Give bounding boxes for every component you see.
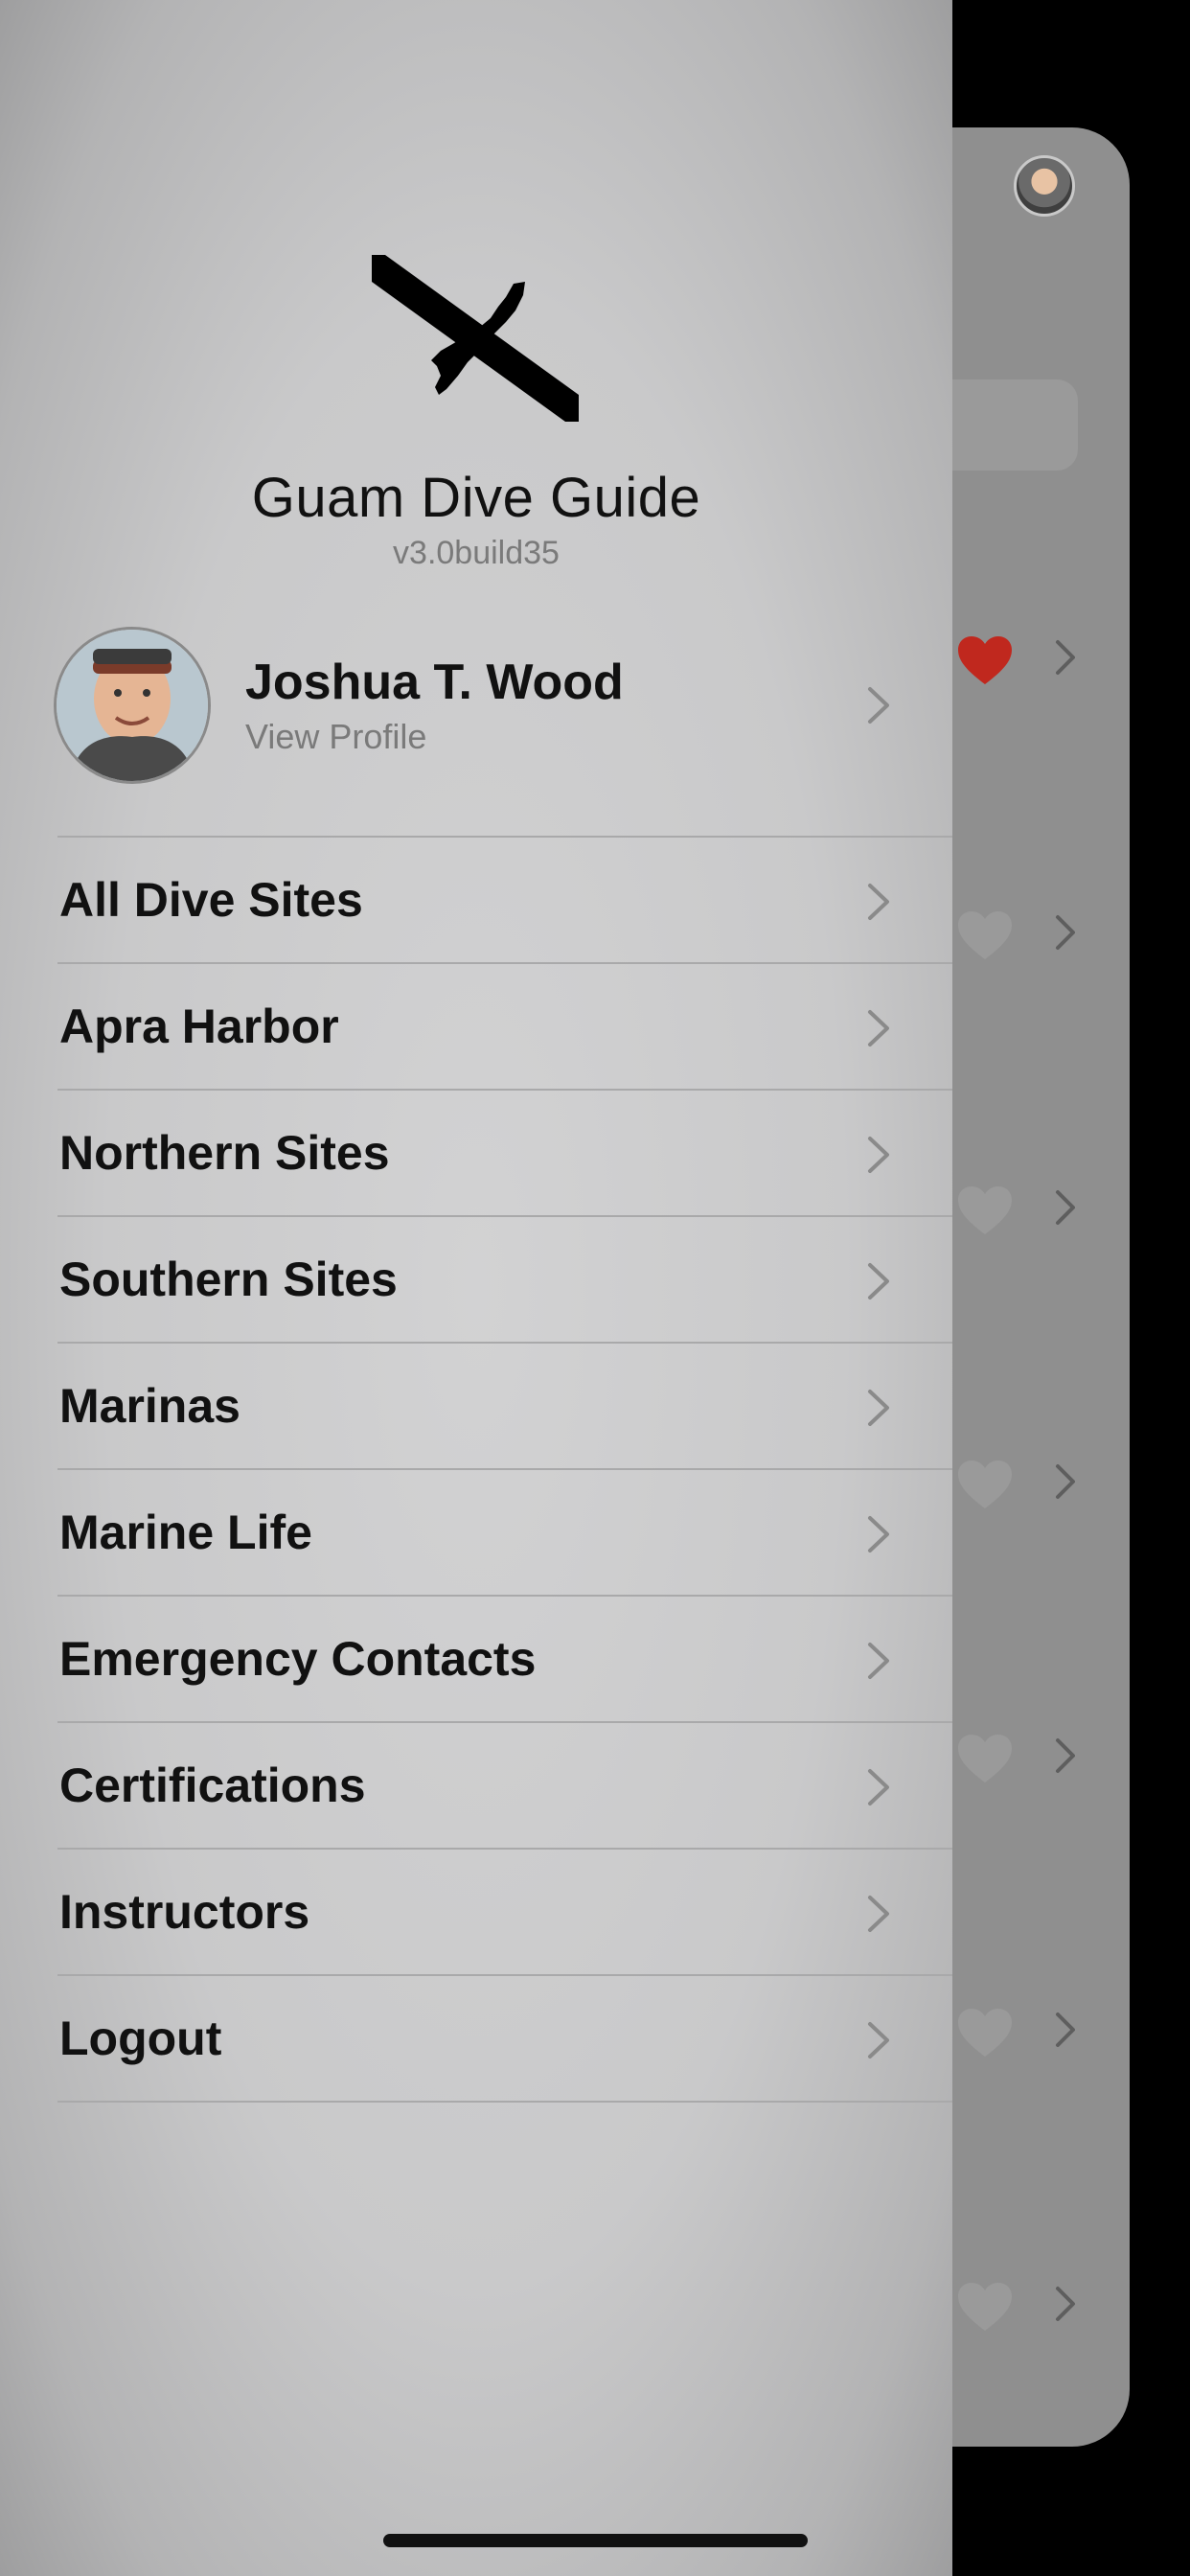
- chevron-right-icon: [868, 1769, 889, 1806]
- heart-icon[interactable]: [958, 1735, 1012, 1784]
- background-list-row[interactable]: [949, 2277, 1111, 2334]
- chevron-right-icon: [1056, 640, 1075, 675]
- menu-item-instructors[interactable]: Instructors: [0, 1850, 952, 1976]
- menu-item-label: Marine Life: [59, 1506, 312, 1559]
- background-profile-avatar[interactable]: [1014, 155, 1075, 217]
- menu-item-label: All Dive Sites: [59, 873, 363, 927]
- heart-icon[interactable]: [958, 2283, 1012, 2333]
- menu-item-label: Marinas: [59, 1379, 240, 1433]
- heart-icon[interactable]: [958, 636, 1012, 686]
- chevron-right-icon: [1056, 1738, 1075, 1773]
- app-version: v3.0build35: [393, 535, 560, 571]
- profile-row[interactable]: Joshua T. Wood View Profile: [0, 613, 952, 834]
- chevron-right-icon: [868, 1263, 889, 1300]
- chevron-right-icon: [1056, 1190, 1075, 1225]
- chevron-right-icon: [1056, 2287, 1075, 2321]
- user-photo-icon: [57, 630, 208, 781]
- menu-item-all-dive-sites[interactable]: All Dive Sites: [0, 838, 952, 964]
- chevron-right-icon: [868, 1643, 889, 1679]
- avatar: [54, 627, 211, 784]
- background-list-row[interactable]: [949, 1455, 1111, 1512]
- background-list-row[interactable]: [949, 1181, 1111, 1238]
- chevron-right-icon: [868, 1010, 889, 1046]
- menu-item-label: Logout: [59, 2012, 222, 2065]
- menu-item-label: Instructors: [59, 1885, 310, 1939]
- menu-item-label: Northern Sites: [59, 1126, 390, 1180]
- view-profile-link[interactable]: View Profile: [245, 717, 426, 757]
- side-drawer: Guam Dive Guide v3.0build35 Joshua T. Wo…: [0, 0, 952, 2576]
- chevron-right-icon: [868, 1390, 889, 1426]
- background-list-row[interactable]: [949, 631, 1111, 688]
- chevron-right-icon: [868, 1137, 889, 1173]
- menu-item-apra-harbor[interactable]: Apra Harbor: [0, 964, 952, 1091]
- chevron-right-icon: [868, 2022, 889, 2058]
- chevron-right-icon: [1056, 1464, 1075, 1499]
- background-list-row[interactable]: [949, 906, 1111, 963]
- background-list-row[interactable]: [949, 2003, 1111, 2060]
- menu-item-label: Southern Sites: [59, 1253, 398, 1306]
- background-list-row[interactable]: [949, 1729, 1111, 1786]
- divider: [57, 2101, 952, 2103]
- heart-icon[interactable]: [958, 1460, 1012, 1510]
- menu-item-northern-sites[interactable]: Northern Sites: [0, 1091, 952, 1217]
- menu-item-marine-life[interactable]: Marine Life: [0, 1470, 952, 1597]
- menu-item-certifications[interactable]: Certifications: [0, 1723, 952, 1850]
- chevron-right-icon: [868, 1516, 889, 1552]
- guam-logo-icon: [372, 255, 579, 422]
- menu-item-emergency-contacts[interactable]: Emergency Contacts: [0, 1597, 952, 1723]
- heart-icon[interactable]: [958, 911, 1012, 961]
- chevron-right-icon: [1056, 915, 1075, 950]
- menu-item-label: Emergency Contacts: [59, 1632, 537, 1686]
- app-title: Guam Dive Guide: [251, 467, 701, 529]
- chevron-right-icon: [868, 687, 889, 724]
- menu-item-label: Certifications: [59, 1759, 366, 1812]
- menu-item-southern-sites[interactable]: Southern Sites: [0, 1217, 952, 1344]
- chevron-right-icon: [868, 1896, 889, 1932]
- chevron-right-icon: [1056, 2012, 1075, 2047]
- heart-icon[interactable]: [958, 1186, 1012, 1236]
- home-indicator[interactable]: [383, 2534, 808, 2547]
- chevron-right-icon: [868, 884, 889, 920]
- menu-item-marinas[interactable]: Marinas: [0, 1344, 952, 1470]
- heart-icon[interactable]: [958, 2009, 1012, 2058]
- menu-item-logout[interactable]: Logout: [0, 1976, 952, 2103]
- profile-name: Joshua T. Wood: [245, 655, 624, 710]
- menu-item-label: Apra Harbor: [59, 1000, 339, 1053]
